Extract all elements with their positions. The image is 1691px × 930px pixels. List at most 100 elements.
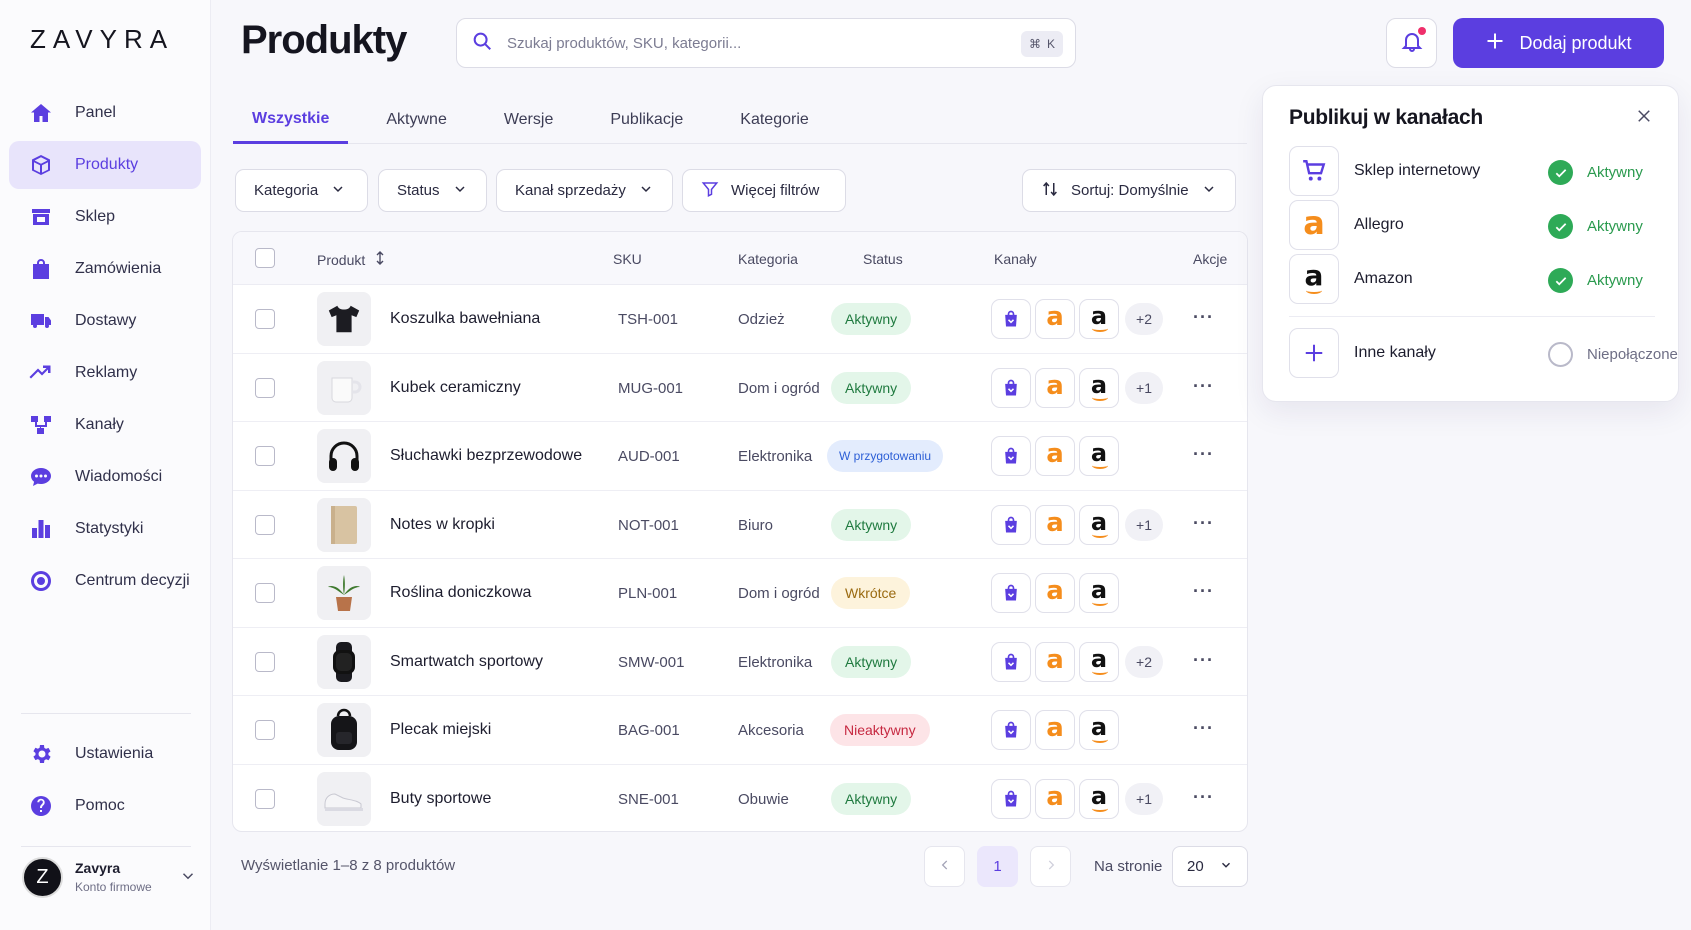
row-checkbox[interactable] bbox=[255, 309, 275, 329]
sidebar-item-dostawy[interactable]: Dostawy bbox=[9, 297, 201, 345]
shop-channel-icon[interactable] bbox=[991, 573, 1031, 613]
product-name[interactable]: Koszulka bawełniana bbox=[390, 310, 540, 328]
more-filters-button[interactable]: Więcej filtrów bbox=[682, 169, 846, 212]
notifications-button[interactable] bbox=[1386, 18, 1437, 68]
row-checkbox[interactable] bbox=[255, 651, 275, 672]
amazon-channel-icon[interactable]: a bbox=[1079, 367, 1119, 408]
sales-channel-filter[interactable]: Kanał sprzedaży bbox=[496, 169, 673, 212]
allegro-channel-icon[interactable]: a bbox=[1035, 504, 1075, 545]
tab-kategorie[interactable]: Kategorie bbox=[721, 96, 828, 144]
amazon-channel-icon[interactable]: a bbox=[1079, 436, 1119, 476]
row-checkbox[interactable] bbox=[255, 720, 275, 740]
product-name[interactable]: Roślina doniczkowa bbox=[390, 584, 531, 602]
row-checkbox[interactable] bbox=[255, 377, 275, 398]
allegro-channel-icon[interactable]: a bbox=[1035, 573, 1075, 613]
page-button-current[interactable]: 1 bbox=[977, 846, 1018, 887]
product-name[interactable]: Kubek ceramiczny bbox=[390, 379, 521, 397]
amazon-channel-icon[interactable]: a bbox=[1079, 573, 1119, 613]
row-actions-menu[interactable]: ··· bbox=[1193, 307, 1214, 328]
row-actions-menu[interactable]: ··· bbox=[1193, 444, 1214, 465]
column-header-product[interactable]: Produkt bbox=[317, 251, 385, 268]
close-panel-button[interactable] bbox=[1630, 104, 1658, 132]
add-product-button[interactable]: Dodaj produkt bbox=[1453, 18, 1664, 68]
status-filter[interactable]: Status bbox=[378, 169, 487, 212]
channel-row-sklep[interactable]: Sklep internetowy Aktywny bbox=[1289, 146, 1659, 196]
row-actions-menu[interactable]: ··· bbox=[1193, 650, 1214, 671]
product-name[interactable]: Buty sportowe bbox=[390, 790, 491, 808]
sidebar-item-centrum-decyzji[interactable]: Centrum decyzji bbox=[9, 557, 201, 605]
sidebar-item-wiadomosci[interactable]: Wiadomości bbox=[9, 453, 201, 501]
sidebar-item-produkty[interactable]: Produkty bbox=[9, 141, 201, 189]
row-actions-menu[interactable]: ··· bbox=[1193, 513, 1214, 534]
channel-row-amazon[interactable]: a Amazon Aktywny bbox=[1289, 254, 1659, 304]
search-input[interactable] bbox=[507, 34, 1007, 52]
app-logo[interactable]: ZAVYRA bbox=[30, 24, 174, 55]
shop-channel-icon[interactable] bbox=[991, 299, 1031, 339]
channel-row-allegro[interactable]: a Allegro Aktywny bbox=[1289, 200, 1659, 250]
shop-channel-icon[interactable] bbox=[991, 367, 1031, 408]
sidebar-item-pomoc[interactable]: Pomoc bbox=[9, 782, 201, 830]
sort-dropdown[interactable]: Sortuj: Domyślnie bbox=[1022, 169, 1236, 212]
allegro-channel-icon[interactable]: a bbox=[1035, 436, 1075, 476]
product-name[interactable]: Plecak miejski bbox=[390, 721, 491, 739]
next-page-button[interactable] bbox=[1030, 846, 1071, 887]
category-filter[interactable]: Kategoria bbox=[235, 169, 368, 212]
shop-channel-icon[interactable] bbox=[991, 778, 1031, 819]
search-bar[interactable]: ⌘ K bbox=[456, 18, 1076, 68]
table-row[interactable]: Plecak miejski BAG-001 Akcesoria Nieakty… bbox=[233, 696, 1247, 765]
table-row[interactable]: Kubek ceramiczny MUG-001 Dom i ogród Akt… bbox=[233, 354, 1247, 422]
row-checkbox[interactable] bbox=[255, 446, 275, 466]
shop-channel-icon[interactable] bbox=[991, 641, 1031, 682]
amazon-channel-icon[interactable]: a bbox=[1079, 778, 1119, 819]
table-row[interactable]: Koszulka bawełniana TSH-001 Odzież Aktyw… bbox=[233, 285, 1247, 354]
account-switcher[interactable]: Z Zavyra Konto firmowe bbox=[22, 855, 197, 899]
more-channels-count[interactable]: +1 bbox=[1125, 508, 1163, 541]
row-actions-menu[interactable]: ··· bbox=[1193, 376, 1214, 397]
table-row[interactable]: Roślina doniczkowa PLN-001 Dom i ogród W… bbox=[233, 559, 1247, 628]
more-channels-count[interactable]: +2 bbox=[1125, 645, 1163, 678]
amazon-channel-icon[interactable]: a bbox=[1079, 710, 1119, 750]
shop-channel-icon[interactable] bbox=[991, 710, 1031, 750]
sidebar-item-zamowienia[interactable]: Zamówienia bbox=[9, 245, 201, 293]
sidebar-item-sklep[interactable]: Sklep bbox=[9, 193, 201, 241]
table-row[interactable]: Notes w kropki NOT-001 Biuro Aktywny a a… bbox=[233, 491, 1247, 559]
tab-aktywne[interactable]: Aktywne bbox=[367, 96, 465, 144]
allegro-channel-icon[interactable]: a bbox=[1035, 778, 1075, 819]
allegro-channel-icon[interactable]: a bbox=[1035, 641, 1075, 682]
allegro-channel-icon[interactable]: a bbox=[1035, 367, 1075, 408]
sidebar-item-reklamy[interactable]: Reklamy bbox=[9, 349, 201, 397]
amazon-channel-icon[interactable]: a bbox=[1079, 504, 1119, 545]
row-actions-menu[interactable]: ··· bbox=[1193, 581, 1214, 602]
select-all-checkbox[interactable] bbox=[255, 248, 275, 268]
shop-channel-icon[interactable] bbox=[991, 504, 1031, 545]
table-row[interactable]: Buty sportowe SNE-001 Obuwie Aktywny a a… bbox=[233, 765, 1247, 832]
sidebar-item-ustawienia[interactable]: Ustawienia bbox=[9, 730, 201, 778]
product-name[interactable]: Słuchawki bezprzewodowe bbox=[390, 447, 582, 465]
more-channels-count[interactable]: +1 bbox=[1125, 371, 1163, 404]
row-checkbox[interactable] bbox=[255, 788, 275, 809]
tab-wersje[interactable]: Wersje bbox=[485, 96, 573, 144]
more-channels-count[interactable]: +1 bbox=[1125, 782, 1163, 815]
prev-page-button[interactable] bbox=[924, 846, 965, 887]
sidebar-item-kanaly[interactable]: Kanały bbox=[9, 401, 201, 449]
product-name[interactable]: Notes w kropki bbox=[390, 516, 495, 534]
table-row[interactable]: Słuchawki bezprzewodowe AUD-001 Elektron… bbox=[233, 422, 1247, 491]
more-channels-count[interactable]: +2 bbox=[1125, 303, 1163, 335]
amazon-channel-icon[interactable]: a bbox=[1079, 299, 1119, 339]
per-page-select[interactable]: 20 bbox=[1172, 846, 1248, 887]
shop-channel-icon[interactable] bbox=[991, 436, 1031, 476]
row-checkbox[interactable] bbox=[255, 583, 275, 603]
row-actions-menu[interactable]: ··· bbox=[1193, 787, 1214, 808]
allegro-channel-icon[interactable]: a bbox=[1035, 710, 1075, 750]
amazon-channel-icon[interactable]: a bbox=[1079, 641, 1119, 682]
product-name[interactable]: Smartwatch sportowy bbox=[390, 653, 543, 671]
tab-wszystkie[interactable]: Wszystkie bbox=[233, 96, 349, 144]
table-row[interactable]: Smartwatch sportowy SMW-001 Elektronika … bbox=[233, 628, 1247, 696]
row-checkbox[interactable] bbox=[255, 514, 275, 535]
tab-publikacje[interactable]: Publikacje bbox=[591, 96, 702, 144]
sidebar-item-panel[interactable]: Panel bbox=[9, 89, 201, 137]
channel-row-other[interactable]: Inne kanały Niepołączone bbox=[1289, 328, 1678, 378]
allegro-channel-icon[interactable]: a bbox=[1035, 299, 1075, 339]
row-actions-menu[interactable]: ··· bbox=[1193, 718, 1214, 739]
sidebar-item-statystyki[interactable]: Statystyki bbox=[9, 505, 201, 553]
